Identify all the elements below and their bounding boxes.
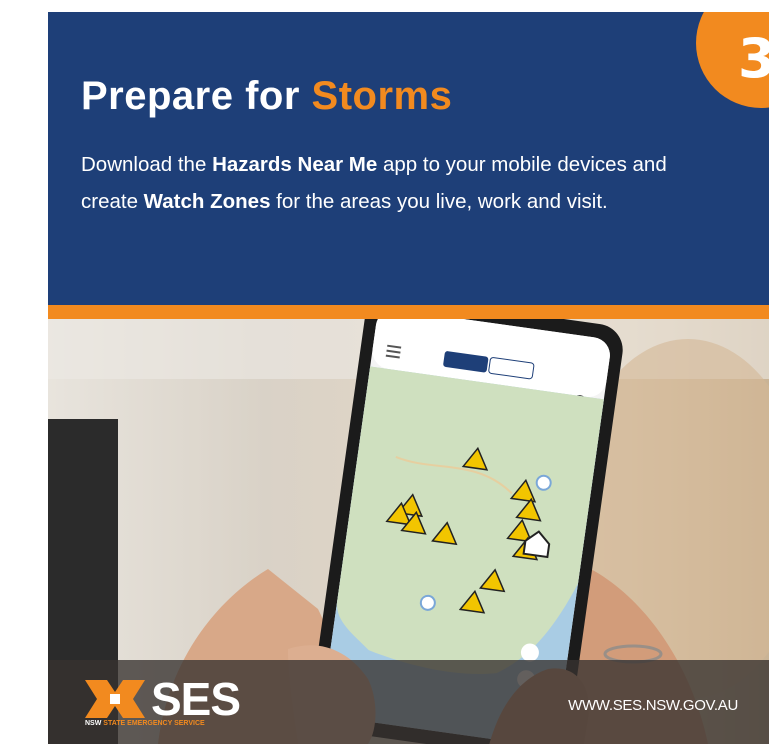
step-number: 3 [738, 27, 769, 90]
ses-sub-rest: STATE EMERGENCY SERVICE [103, 720, 205, 727]
body-text-3: for the areas you live, work and visit. [270, 190, 608, 213]
ses-logo-text: SES [151, 673, 241, 725]
ses-chevron-icon [85, 680, 145, 718]
orange-divider [48, 305, 769, 319]
app-name: Hazards Near Me [212, 153, 378, 176]
title-prefix: Prepare for [81, 74, 300, 118]
body-text: Download the Hazards Near Me app to your… [81, 146, 721, 220]
ses-logo-subtitle: NSW STATE EMERGENCY SERVICE [85, 720, 205, 727]
header-panel: 3 Prepare for Storms Download the Hazard… [48, 12, 769, 305]
poster: 3 Prepare for Storms Download the Hazard… [48, 12, 769, 744]
footer-bar: SES NSW STATE EMERGENCY SERVICE WWW.SES.… [48, 660, 769, 744]
page-title: Prepare for Storms [81, 76, 452, 116]
ses-sub-nsw: NSW [85, 720, 102, 727]
title-highlight: Storms [311, 74, 453, 118]
watch-zones-term: Watch Zones [143, 190, 271, 213]
body-text-1: Download the [81, 153, 213, 176]
website-link[interactable]: WWW.SES.NSW.GOV.AU [568, 697, 738, 714]
ses-logo: SES NSW STATE EMERGENCY SERVICE [85, 676, 245, 730]
